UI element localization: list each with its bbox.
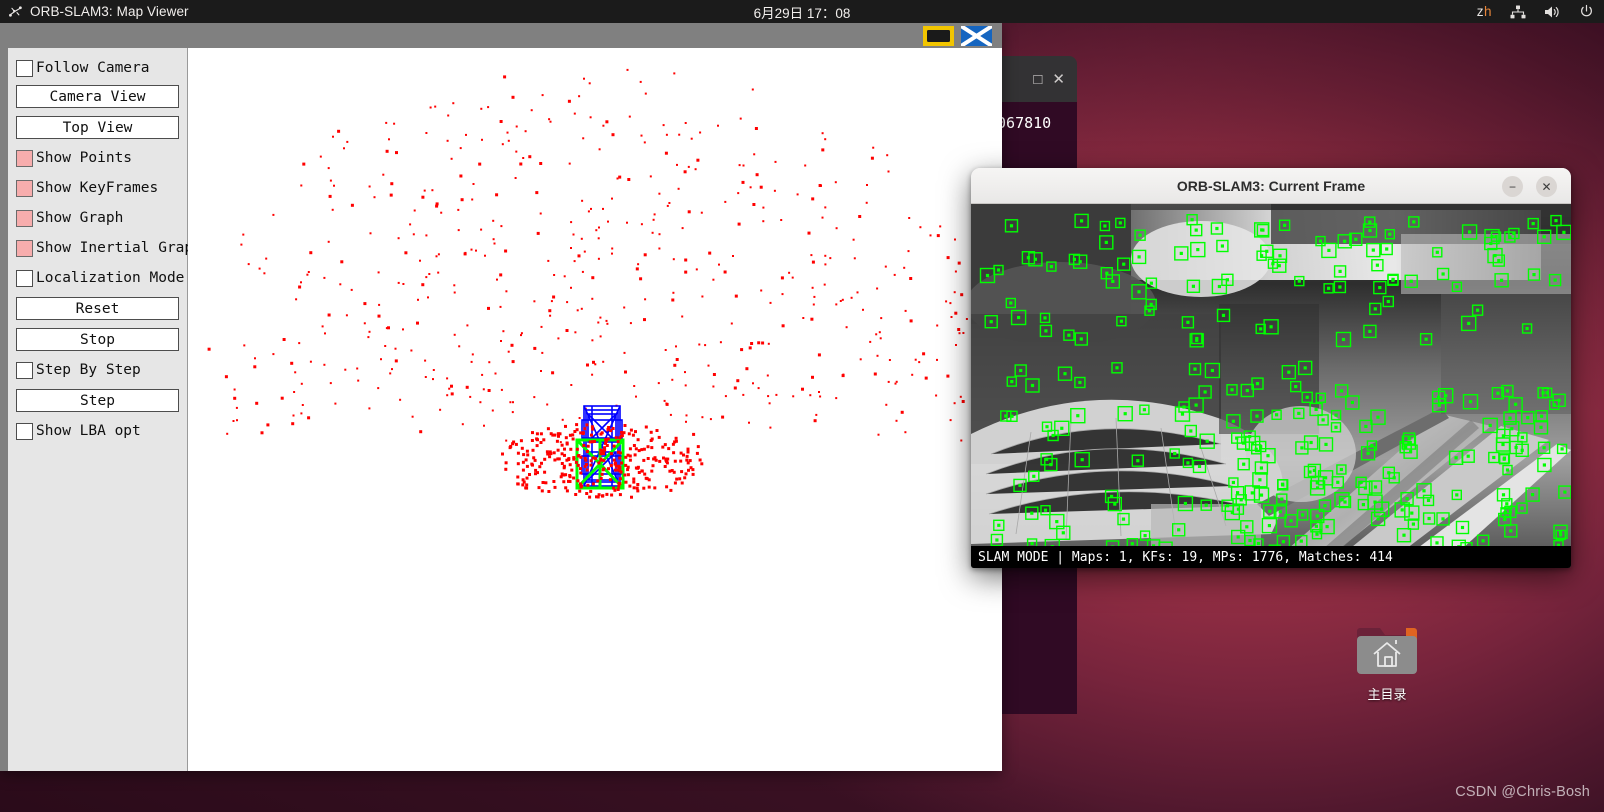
current-frame-title: ORB-SLAM3: Current Frame: [1176, 177, 1366, 194]
reset-button[interactable]: Reset: [16, 297, 179, 320]
network-icon[interactable]: [1510, 5, 1526, 19]
checkbox-step-by-step[interactable]: Step By Step: [16, 358, 184, 382]
camera-view-button[interactable]: Camera View: [16, 85, 179, 108]
checkbox-box[interactable]: [16, 179, 33, 197]
language-indicator[interactable]: zh: [1477, 4, 1492, 19]
button-label: Top View: [62, 119, 133, 136]
button-label: Camera View: [49, 88, 146, 105]
map-viewer-window[interactable]: Follow Camera Camera View Top View Show …: [0, 23, 1002, 771]
checkbox-label: Follow Camera: [36, 60, 150, 76]
checkbox-show-points[interactable]: Show Points: [16, 146, 184, 170]
minimize-icon[interactable]: −: [1502, 176, 1523, 197]
checkbox-show-keyframes[interactable]: Show KeyFrames: [16, 176, 184, 200]
checkbox-box[interactable]: [16, 209, 33, 227]
close-icon[interactable]: ✕: [1536, 176, 1557, 197]
current-frame-image: SLAM MODE | Maps: 1, KFs: 19, MPs: 1776,…: [971, 204, 1571, 568]
button-label: Reset: [75, 300, 120, 317]
folder-glyph: [1357, 628, 1417, 674]
current-frame-titlebar[interactable]: ORB-SLAM3: Current Frame − ✕: [971, 168, 1571, 204]
checkbox-show-graph[interactable]: Show Graph: [16, 206, 184, 230]
checkbox-localization-mode[interactable]: Localization Mode: [16, 266, 216, 290]
checkbox-label: Show LBA opt: [36, 423, 141, 439]
close-icon[interactable]: ✕: [1052, 72, 1065, 87]
step-button[interactable]: Step: [16, 389, 179, 412]
map-viewport[interactable]: [188, 48, 1002, 771]
saltire-flag-icon[interactable]: [959, 23, 994, 48]
maximize-icon[interactable]: □: [1033, 72, 1042, 87]
home-folder-label: 主目录: [1367, 687, 1407, 702]
button-label: Stop: [80, 331, 115, 348]
checkbox-show-lba-opt[interactable]: Show LBA opt: [16, 419, 184, 443]
map-viewer-content: Follow Camera Camera View Top View Show …: [8, 48, 1002, 771]
top-view-button[interactable]: Top View: [16, 116, 179, 139]
yellow-screen-icon[interactable]: [923, 25, 954, 46]
volume-icon[interactable]: [1544, 5, 1561, 19]
checkbox-box[interactable]: [16, 422, 33, 440]
current-frame-status-bar: SLAM MODE | Maps: 1, KFs: 19, MPs: 1776,…: [971, 546, 1571, 568]
button-label: Step: [80, 392, 115, 409]
checkbox-box[interactable]: [16, 361, 33, 379]
checkbox-box[interactable]: [16, 239, 33, 257]
power-icon[interactable]: [1579, 4, 1594, 19]
checkbox-box[interactable]: [16, 149, 33, 167]
checkbox-follow-camera[interactable]: Follow Camera: [16, 56, 184, 80]
map-viewer-control-panel: Follow Camera Camera View Top View Show …: [8, 48, 202, 771]
top-panel-clock[interactable]: 6月29日 17：08: [0, 0, 1604, 23]
watermark: CSDN @Chris-Bosh: [1455, 784, 1590, 800]
map-point-cloud: [188, 48, 1002, 771]
feature-overlay-canvas: [971, 204, 1571, 568]
checkbox-box[interactable]: [16, 59, 33, 77]
checkbox-label: Show Inertial Graph: [36, 240, 202, 256]
home-folder-icon[interactable]: 主目录: [1345, 620, 1429, 716]
stop-button[interactable]: Stop: [16, 328, 179, 351]
checkbox-label: Show Points: [36, 150, 133, 166]
checkbox-label: Show Graph: [36, 210, 124, 226]
checkbox-label: Localization Mode: [36, 270, 185, 286]
current-frame-window[interactable]: ORB-SLAM3: Current Frame − ✕ SLAM MODE |…: [971, 168, 1571, 568]
checkbox-label: Show KeyFrames: [36, 180, 159, 196]
top-panel: ORB-SLAM3: Map Viewer 6月29日 17：08 zh: [0, 0, 1604, 23]
top-panel-right: zh: [1477, 0, 1594, 23]
checkbox-label: Step By Step: [36, 362, 141, 378]
checkbox-box[interactable]: [16, 269, 33, 287]
map-viewer-titlebar[interactable]: [0, 23, 1002, 48]
